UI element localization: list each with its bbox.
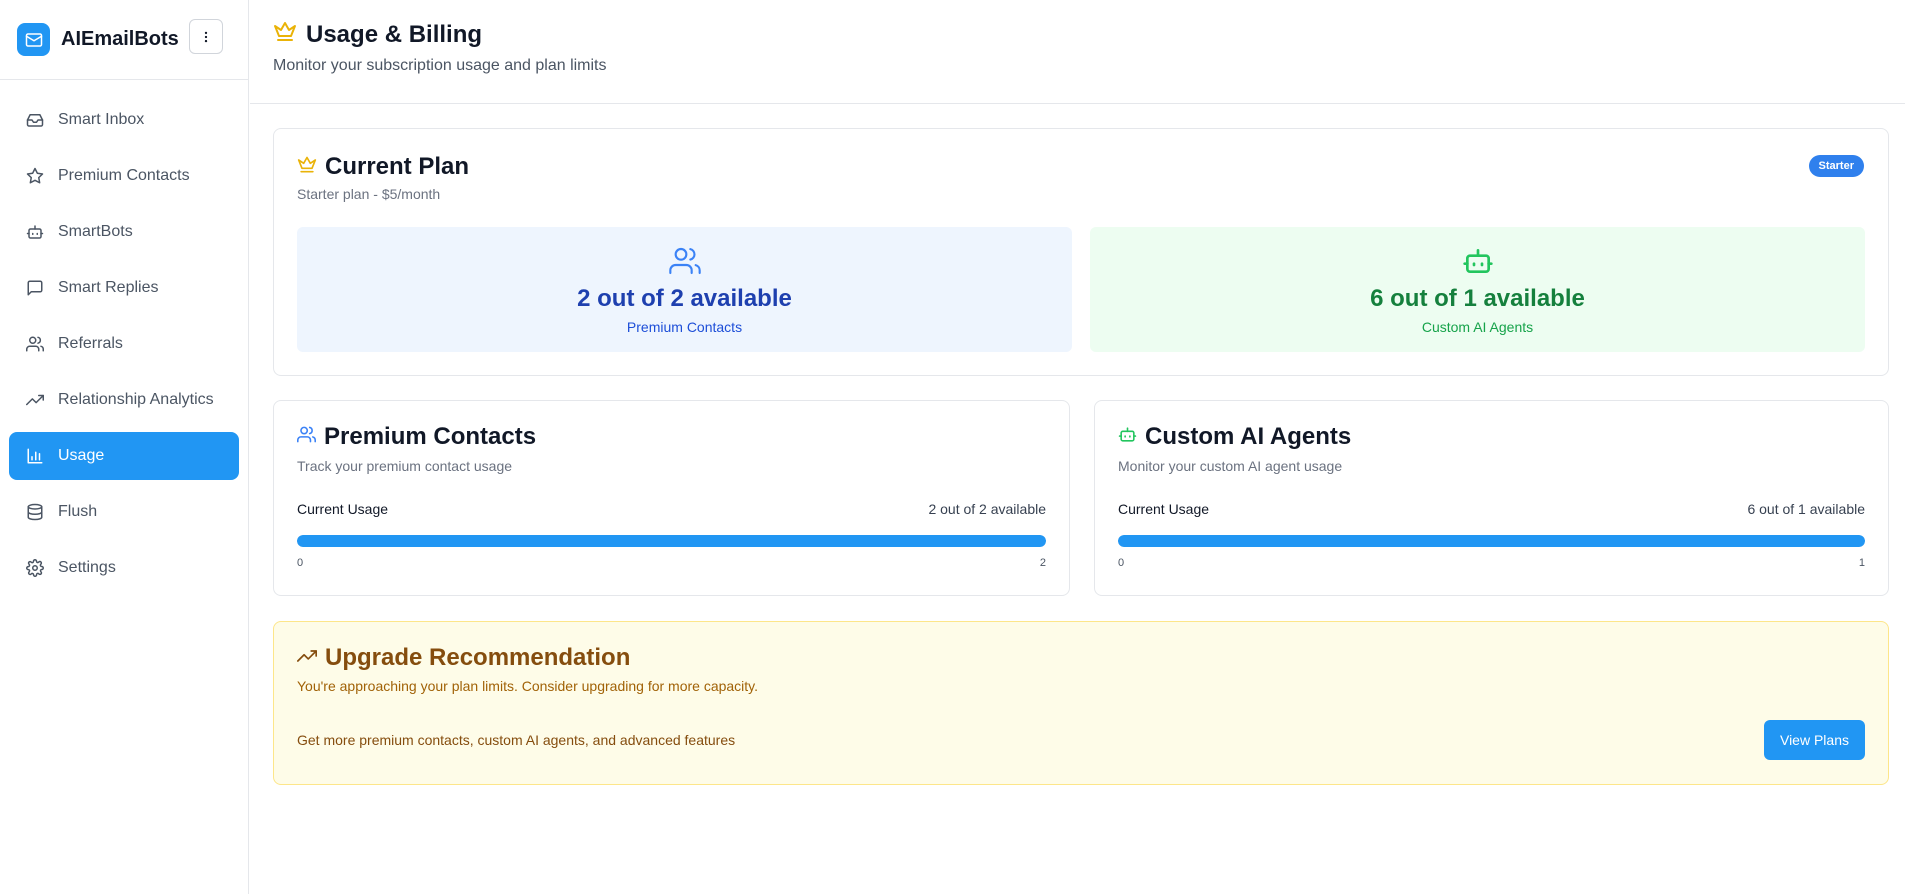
scale-min: 0 bbox=[1118, 557, 1125, 569]
message-square-icon bbox=[25, 278, 45, 298]
view-plans-button[interactable]: View Plans bbox=[1764, 720, 1865, 760]
sidebar-item-label: Flush bbox=[58, 503, 98, 520]
sidebar-item-referrals[interactable]: Referrals bbox=[9, 320, 239, 368]
upgrade-subtitle: You're approaching your plan limits. Con… bbox=[297, 678, 759, 694]
custom-ai-agents-title: Custom AI Agents bbox=[1118, 423, 1351, 451]
page-title: Usage & Billing bbox=[273, 20, 482, 49]
sidebar-item-usage[interactable]: Usage bbox=[9, 432, 239, 480]
progress-fill bbox=[297, 535, 1046, 547]
scale-max: 1 bbox=[1858, 557, 1865, 569]
sidebar-item-label: Smart Inbox bbox=[58, 111, 145, 128]
database-icon bbox=[25, 502, 45, 522]
custom-ai-agents-stat-label: Custom AI Agents bbox=[1421, 319, 1534, 335]
sidebar-item-label: Smart Replies bbox=[58, 279, 159, 296]
custom-ai-agents-subtitle: Monitor your custom AI agent usage bbox=[1118, 458, 1343, 474]
custom-ai-agents-stat: 6 out of 1 available Custom AI Agents bbox=[1090, 227, 1865, 352]
brand-header: AIEmailBots bbox=[0, 0, 248, 80]
page-title-text: Usage & Billing bbox=[306, 20, 483, 48]
scale-max: 2 bbox=[1039, 557, 1046, 569]
premium-contacts-stat-value: 2 out of 2 available bbox=[577, 285, 792, 312]
upgrade-title: Upgrade Recommendation bbox=[297, 644, 630, 672]
sidebar-item-label: Premium Contacts bbox=[58, 167, 190, 184]
bot-icon bbox=[25, 222, 45, 242]
sidebar-item-label: Relationship Analytics bbox=[58, 391, 214, 408]
more-vertical-icon[interactable] bbox=[189, 19, 223, 54]
current-plan-title-text: Current Plan bbox=[325, 153, 470, 180]
premium-contacts-progress-bar bbox=[297, 535, 1046, 547]
bot-icon bbox=[1118, 425, 1137, 449]
gear-icon bbox=[25, 558, 45, 578]
premium-contacts-stat-label: Premium Contacts bbox=[626, 319, 743, 335]
premium-contacts-title-text: Premium Contacts bbox=[324, 423, 537, 450]
trending-up-icon bbox=[297, 646, 317, 671]
sidebar-nav: Smart Inbox Premium Contacts SmartBots S… bbox=[0, 80, 248, 592]
app-name: AIEmailBots bbox=[61, 28, 179, 50]
page-subtitle: Monitor your subscription usage and plan… bbox=[273, 57, 607, 74]
current-plan-title: Current Plan bbox=[297, 153, 469, 181]
current-plan-subtitle: Starter plan - $5/month bbox=[297, 186, 441, 202]
custom-ai-agents-usage-row: Current Usage 6 out of 1 available bbox=[1118, 501, 1865, 517]
custom-ai-agents-usage-card: Custom AI Agents Monitor your custom AI … bbox=[1094, 400, 1889, 596]
custom-ai-agents-stat-value: 6 out of 1 available bbox=[1370, 285, 1585, 312]
premium-contacts-stat: 2 out of 2 available Premium Contacts bbox=[297, 227, 1072, 352]
sidebar-item-premium-contacts[interactable]: Premium Contacts bbox=[9, 152, 239, 200]
sidebar-item-label: SmartBots bbox=[58, 223, 133, 240]
custom-ai-agents-scale: 0 1 bbox=[1118, 557, 1865, 569]
sidebar-item-smart-replies[interactable]: Smart Replies bbox=[9, 264, 239, 312]
premium-contacts-usage-row: Current Usage 2 out of 2 available bbox=[297, 501, 1046, 517]
custom-ai-agents-title-text: Custom AI Agents bbox=[1145, 423, 1352, 450]
plan-badge: Starter bbox=[1808, 155, 1864, 177]
star-icon bbox=[25, 166, 45, 186]
sidebar-item-label: Usage bbox=[58, 447, 105, 464]
sidebar-item-label: Referrals bbox=[58, 335, 123, 352]
premium-contacts-title: Premium Contacts bbox=[297, 423, 536, 451]
bot-icon bbox=[1090, 245, 1865, 277]
page-header: Usage & Billing Monitor your subscriptio… bbox=[250, 0, 1905, 104]
upgrade-description: Get more premium contacts, custom AI age… bbox=[297, 732, 736, 748]
sidebar-item-label: Settings bbox=[58, 559, 116, 576]
upgrade-title-text: Upgrade Recommendation bbox=[325, 644, 631, 671]
upgrade-recommendation-card: Upgrade Recommendation You're approachin… bbox=[273, 621, 1889, 785]
scale-min: 0 bbox=[297, 557, 304, 569]
usage-value: 6 out of 1 available bbox=[1747, 501, 1865, 517]
sidebar-item-settings[interactable]: Settings bbox=[9, 544, 239, 592]
usage-value: 2 out of 2 available bbox=[928, 501, 1046, 517]
bar-chart-icon bbox=[25, 446, 45, 466]
sidebar-item-relationship-analytics[interactable]: Relationship Analytics bbox=[9, 376, 239, 424]
sidebar-item-flush[interactable]: Flush bbox=[9, 488, 239, 536]
current-plan-card: Current Plan Starter plan - $5/month Sta… bbox=[273, 128, 1889, 376]
mail-icon bbox=[17, 23, 50, 56]
users-icon bbox=[297, 425, 317, 449]
usage-label: Current Usage bbox=[1118, 501, 1210, 517]
premium-contacts-scale: 0 2 bbox=[297, 557, 1046, 569]
custom-ai-agents-progress-bar bbox=[1118, 535, 1865, 547]
users-icon bbox=[25, 334, 45, 354]
progress-fill bbox=[1118, 535, 1865, 547]
crown-icon bbox=[297, 155, 317, 180]
inbox-icon bbox=[25, 110, 45, 130]
sidebar-item-smartbots[interactable]: SmartBots bbox=[9, 208, 239, 256]
sidebar: AIEmailBots Smart Inbox Premium Contacts… bbox=[0, 0, 249, 894]
users-icon bbox=[297, 245, 1072, 277]
premium-contacts-usage-card: Premium Contacts Track your premium cont… bbox=[273, 400, 1070, 596]
trending-up-icon bbox=[25, 390, 45, 410]
crown-icon bbox=[273, 20, 297, 49]
usage-label: Current Usage bbox=[297, 501, 389, 517]
sidebar-item-smart-inbox[interactable]: Smart Inbox bbox=[9, 96, 239, 144]
premium-contacts-subtitle: Track your premium contact usage bbox=[297, 458, 513, 474]
